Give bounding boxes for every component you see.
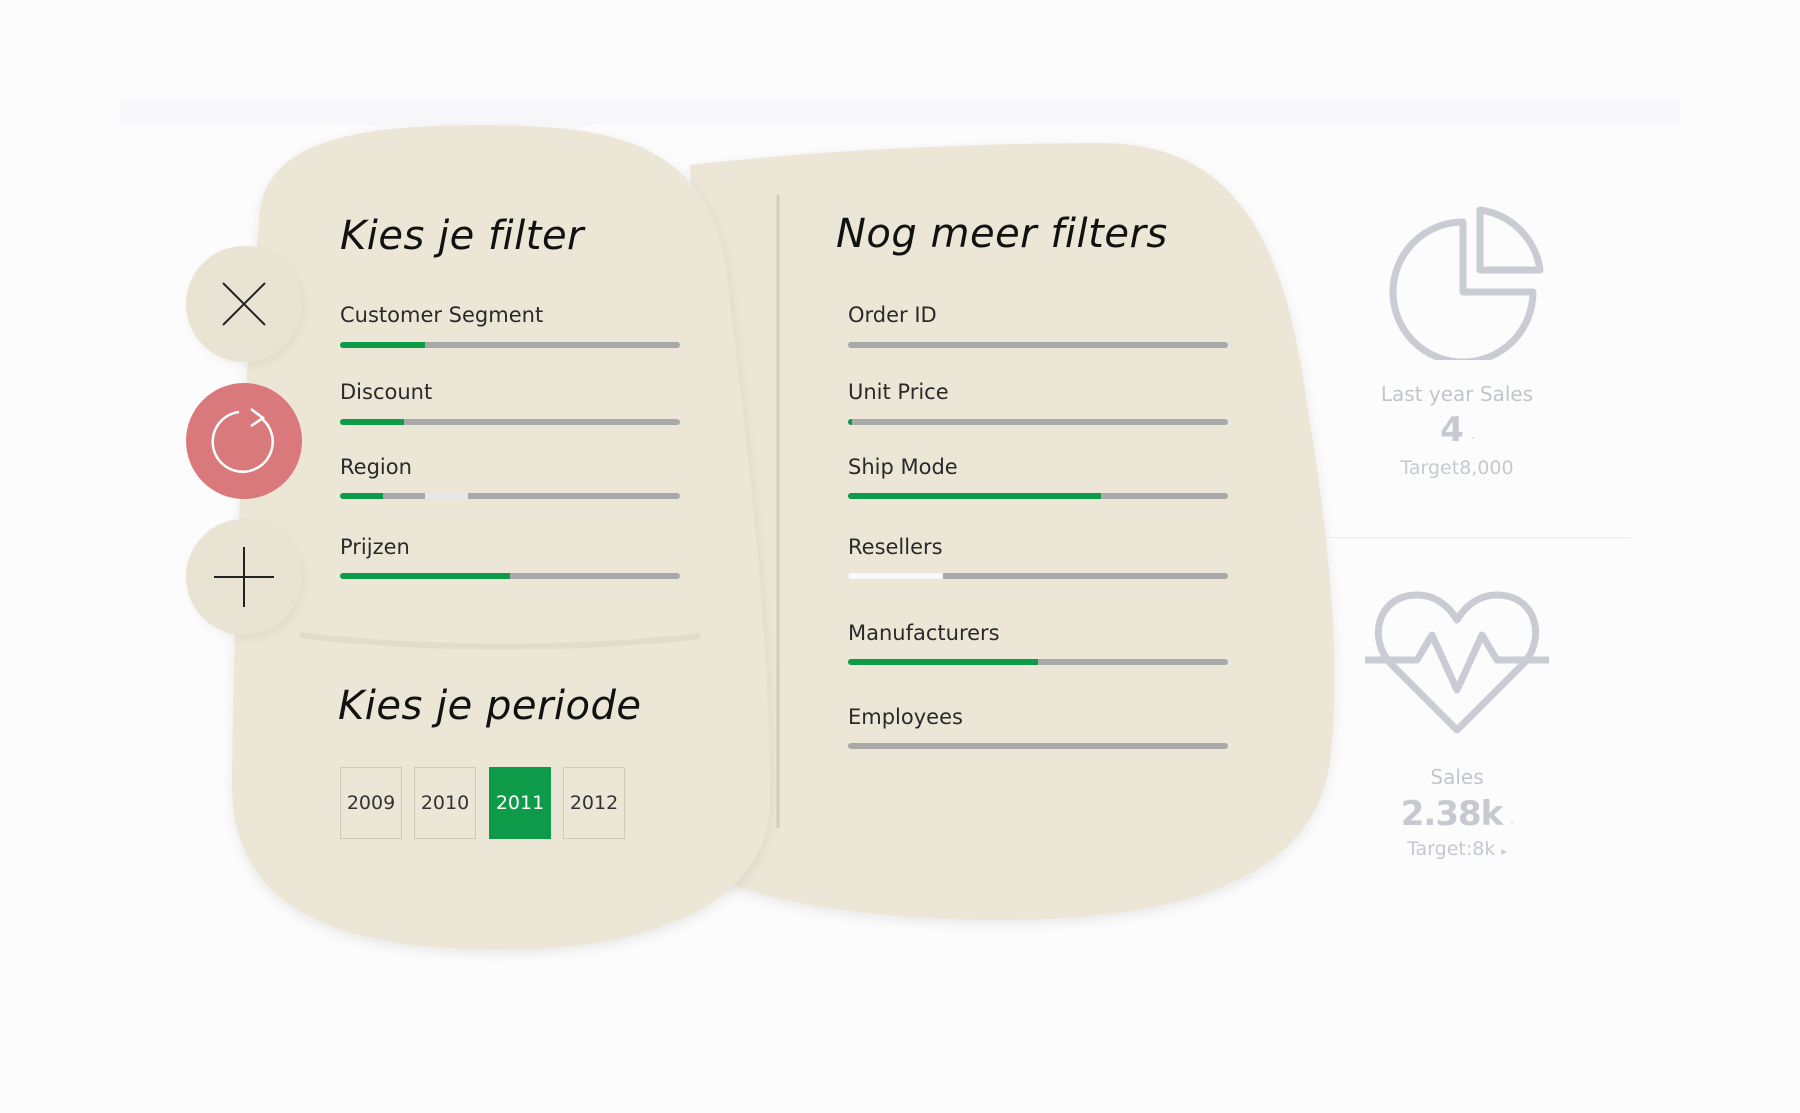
filter-ship-mode[interactable]: Ship Mode <box>848 455 1228 499</box>
filter-title: Kies je filter <box>340 213 584 259</box>
slider-segment <box>425 493 468 499</box>
filter-label: Resellers <box>848 535 943 559</box>
slider-fill <box>848 493 1101 499</box>
filter-discount[interactable]: Discount <box>340 380 680 425</box>
slider-fill <box>340 493 383 499</box>
filter-slider[interactable] <box>340 493 680 499</box>
refresh-button[interactable] <box>186 383 302 499</box>
slider-fill <box>848 573 943 579</box>
year-2010-button[interactable]: 2010 <box>414 767 476 839</box>
filter-label: Customer Segment <box>340 303 544 327</box>
filter-label: Order ID <box>848 303 937 327</box>
filter-slider[interactable] <box>340 342 680 348</box>
filter-order-id[interactable]: Order ID <box>848 303 1228 348</box>
year-2012-button[interactable]: 2012 <box>563 767 625 839</box>
slider-fill <box>848 659 1038 665</box>
filter-employees[interactable]: Employees <box>848 705 1228 749</box>
right-panel-shape <box>690 143 1335 920</box>
slider-fill <box>340 573 510 579</box>
filter-resellers[interactable]: Resellers <box>848 535 1228 579</box>
close-icon <box>222 282 266 326</box>
filter-customer-segment[interactable]: Customer Segment <box>340 303 680 348</box>
filter-slider[interactable] <box>848 743 1228 749</box>
filter-slider[interactable] <box>848 419 1228 425</box>
filter-slider[interactable] <box>340 419 680 425</box>
plus-icon <box>214 547 274 607</box>
filter-label: Manufacturers <box>848 621 1000 645</box>
add-button[interactable] <box>186 519 302 635</box>
period-title: Kies je periode <box>338 683 642 729</box>
filter-unit-price[interactable]: Unit Price <box>848 380 1228 425</box>
filter-slider[interactable] <box>848 573 1228 579</box>
slider-fill <box>848 419 852 425</box>
filter-manufacturers[interactable]: Manufacturers <box>848 621 1228 665</box>
filter-label: Discount <box>340 380 433 404</box>
filter-slider[interactable] <box>848 493 1228 499</box>
filter-prijzen[interactable]: Prijzen <box>340 535 680 579</box>
filter-label: Region <box>340 455 412 479</box>
slider-fill <box>340 342 425 348</box>
more-filters-title: Nog meer filters <box>836 211 1168 257</box>
filter-region[interactable]: Region <box>340 455 680 499</box>
year-2011-button[interactable]: 2011 <box>489 767 551 839</box>
filter-slider[interactable] <box>340 573 680 579</box>
slider-fill <box>340 419 404 425</box>
filter-slider[interactable] <box>848 659 1228 665</box>
close-button[interactable] <box>186 246 302 362</box>
filter-label: Employees <box>848 705 963 729</box>
year-2009-button[interactable]: 2009 <box>340 767 402 839</box>
filter-label: Ship Mode <box>848 455 958 479</box>
filter-label: Prijzen <box>340 535 410 559</box>
filter-label: Unit Price <box>848 380 949 404</box>
refresh-icon <box>211 408 274 473</box>
filter-slider[interactable] <box>848 342 1228 348</box>
